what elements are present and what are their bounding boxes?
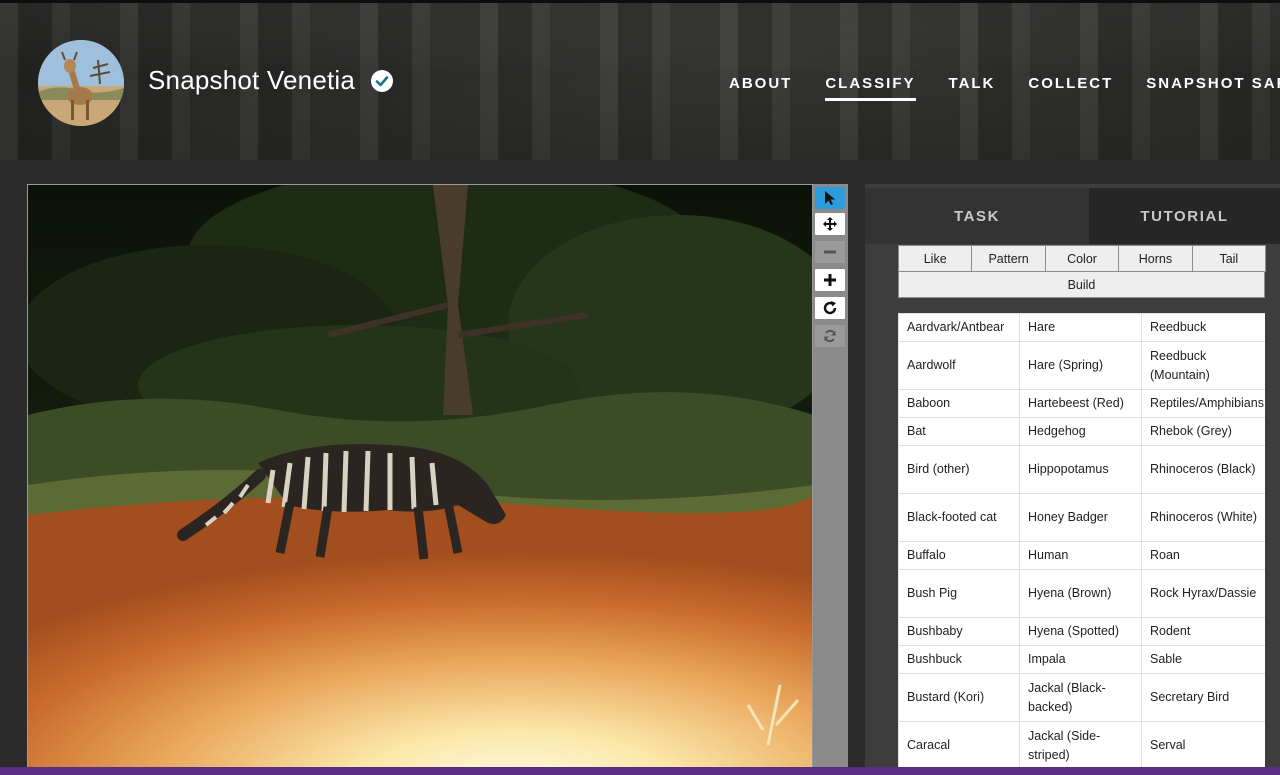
task-panel: TASK TUTORIAL Like Pattern Color Horns T… [865, 184, 1280, 775]
reset-view-button[interactable] [815, 325, 845, 347]
viewer-toolbar [813, 184, 848, 775]
nav-snapshot-safari[interactable]: SNAPSHOT SAFARI [1146, 75, 1280, 101]
species-option[interactable]: Aardwolf [898, 341, 1020, 390]
species-row: Caracal Jackal (Side-striped) Serval [898, 721, 1265, 770]
species-row: Aardvark/Antbear Hare Reedbuck [898, 313, 1265, 342]
species-row: Bird (other) Hippopotamus Rhinoceros (Blac… [898, 445, 1265, 494]
species-list: Aardvark/Antbear Hare Reedbuck Aardwolf Hare… [898, 313, 1265, 775]
rotate-button[interactable] [815, 297, 845, 319]
species-filters: Like Pattern Color Horns Tail Build [898, 245, 1267, 298]
species-option[interactable]: Honey Badger [1019, 493, 1142, 542]
filter-tail-button[interactable]: Tail [1191, 245, 1267, 272]
species-option[interactable]: Bushbuck [898, 645, 1020, 674]
subject-image[interactable] [27, 184, 813, 775]
species-option[interactable]: Human [1019, 541, 1142, 570]
plus-icon [824, 274, 836, 286]
zoom-out-button[interactable] [815, 241, 845, 263]
move-tool-button[interactable] [815, 213, 845, 235]
species-option[interactable]: Bustard (Kori) [898, 673, 1020, 722]
filter-build-button[interactable]: Build [898, 271, 1265, 298]
rotate-icon [823, 301, 837, 315]
species-row: Bush Pig Hyena (Brown) Rock Hyrax/Dassie [898, 569, 1265, 618]
species-option[interactable]: Rock Hyrax/Dassie [1141, 569, 1265, 618]
species-option[interactable]: Jackal (Black-backed) [1019, 673, 1142, 722]
tab-task[interactable]: TASK [865, 188, 1089, 244]
species-option[interactable]: Caracal [898, 721, 1020, 770]
species-option[interactable]: Rodent [1141, 617, 1265, 646]
species-option[interactable]: Impala [1019, 645, 1142, 674]
nav-talk[interactable]: TALK [949, 75, 996, 101]
nav-collect[interactable]: COLLECT [1028, 75, 1113, 101]
species-option[interactable]: Black-footed cat [898, 493, 1020, 542]
species-table: Aardvark/Antbear Hare Reedbuck Aardwolf Hare… [898, 313, 1265, 770]
species-option[interactable]: Hare [1019, 313, 1142, 342]
species-option[interactable]: Aardvark/Antbear [898, 313, 1020, 342]
panel-tabs: TASK TUTORIAL [865, 188, 1280, 244]
species-option[interactable]: Bush Pig [898, 569, 1020, 618]
species-row: Bushbuck Impala Sable [898, 645, 1265, 674]
species-option[interactable]: Serval [1141, 721, 1265, 770]
species-row: Baboon Hartebeest (Red) Reptiles/Amphibian… [898, 389, 1265, 418]
species-option[interactable]: Hedgehog [1019, 417, 1142, 446]
verified-badge-icon [371, 69, 394, 92]
nav-classify[interactable]: CLASSIFY [825, 75, 916, 101]
select-tool-button[interactable] [815, 187, 845, 209]
species-row: Aardwolf Hare (Spring) Reedbuck (Mountain) [898, 341, 1265, 390]
refresh-icon [824, 329, 836, 343]
species-option[interactable]: Bushbaby [898, 617, 1020, 646]
species-row: Buffalo Human Roan [898, 541, 1265, 570]
nav-about[interactable]: ABOUT [729, 75, 792, 101]
tab-tutorial[interactable]: TUTORIAL [1089, 188, 1280, 244]
zoom-in-button[interactable] [815, 269, 845, 291]
filter-color-button[interactable]: Color [1044, 245, 1120, 272]
pointer-arrow-icon [825, 191, 835, 205]
species-row: Bustard (Kori) Jackal (Black-backed) Secre… [898, 673, 1265, 722]
filter-like-button[interactable]: Like [898, 245, 973, 272]
species-option[interactable]: Rhinoceros (White) [1141, 493, 1265, 542]
filter-pattern-button[interactable]: Pattern [971, 245, 1046, 272]
species-option[interactable]: Reptiles/Amphibians [1141, 389, 1265, 418]
project-title[interactable]: Snapshot Venetia [148, 65, 355, 96]
species-option[interactable]: Secretary Bird [1141, 673, 1265, 722]
species-option[interactable]: Hyena (Spotted) [1019, 617, 1142, 646]
species-option[interactable]: Sable [1141, 645, 1265, 674]
species-row: Black-footed cat Honey Badger Rhinoceros (… [898, 493, 1265, 542]
species-option[interactable]: Hippopotamus [1019, 445, 1142, 494]
minus-icon [824, 250, 836, 254]
species-option[interactable]: Roan [1141, 541, 1265, 570]
species-option[interactable]: Jackal (Side-striped) [1019, 721, 1142, 770]
species-option[interactable]: Hare (Spring) [1019, 341, 1142, 390]
species-row: Bat Hedgehog Rhebok (Grey) [898, 417, 1265, 446]
species-option[interactable]: Bat [898, 417, 1020, 446]
move-arrows-icon [823, 217, 837, 231]
species-option[interactable]: Hyena (Brown) [1019, 569, 1142, 618]
species-option[interactable]: Rhebok (Grey) [1141, 417, 1265, 446]
bottom-bar [0, 767, 1280, 775]
project-nav: ABOUT CLASSIFY TALK COLLECT SNAPSHOT SAF… [729, 75, 1280, 101]
species-option[interactable]: Baboon [898, 389, 1020, 418]
species-option[interactable]: Hartebeest (Red) [1019, 389, 1142, 418]
filter-horns-button[interactable]: Horns [1118, 245, 1193, 272]
species-option[interactable]: Rhinoceros (Black) [1141, 445, 1265, 494]
project-brand: Snapshot Venetia [148, 65, 394, 96]
species-option[interactable]: Reedbuck [1141, 313, 1265, 342]
species-row: Bushbaby Hyena (Spotted) Rodent [898, 617, 1265, 646]
species-option[interactable]: Buffalo [898, 541, 1020, 570]
species-option[interactable]: Reedbuck (Mountain) [1141, 341, 1265, 390]
project-header: Snapshot Venetia ABOUT CLASSIFY TALK COL… [0, 0, 1280, 160]
project-avatar[interactable] [38, 40, 124, 126]
species-option[interactable]: Bird (other) [898, 445, 1020, 494]
